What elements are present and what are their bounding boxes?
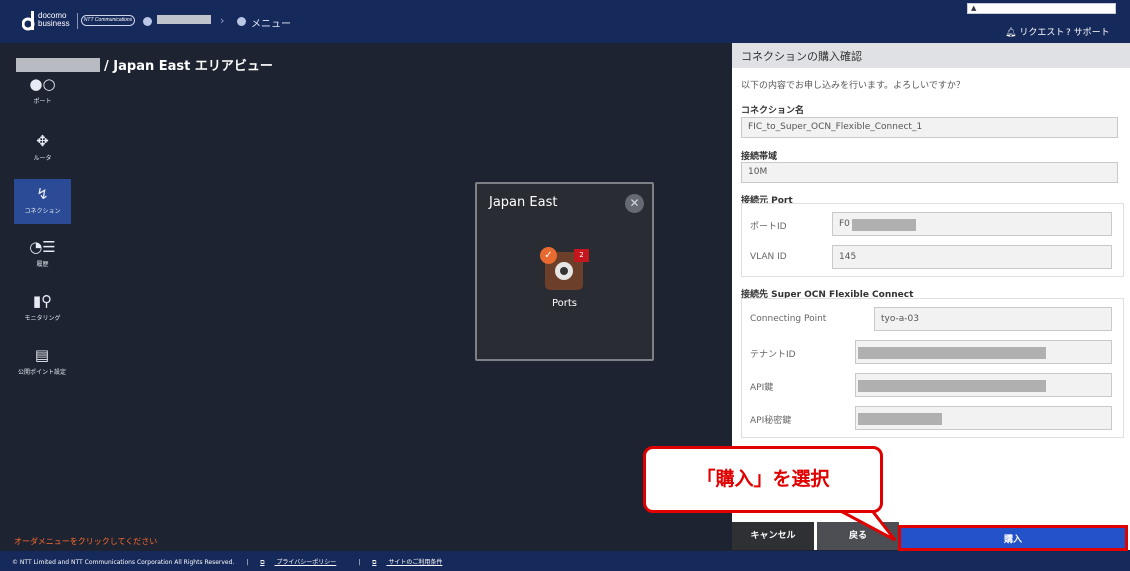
connection-name-label: コネクション名 (741, 106, 805, 116)
support-label: サポート (1073, 28, 1110, 38)
bandwidth-label: 接続帯域 (741, 152, 778, 162)
sidebar-item-history[interactable]: ◔☰ 履歴 (14, 232, 71, 277)
api-secret-label: API秘密鍵 (750, 416, 792, 426)
privacy-label: プライバシーポリシー (276, 559, 337, 566)
api-secret-redacted (858, 413, 942, 425)
panel-title: コネクションの購入確認 (732, 43, 1130, 68)
user-icon: ▲ (971, 4, 977, 12)
port-icon: ●○ (29, 75, 56, 93)
docomo-logo-icon (22, 11, 35, 31)
bell-icon: 🔔︎ (1005, 28, 1017, 38)
connecting-point-label: Connecting Point (750, 314, 827, 324)
area-title: Japan East (489, 195, 558, 210)
separator: | (246, 559, 249, 566)
breadcrumb-menu[interactable]: メニュー (251, 15, 291, 30)
request-link[interactable]: 🔔︎ リクエスト (1005, 25, 1064, 38)
ntt-logo: NTT Communications (81, 15, 135, 26)
sidebar-item-monitoring[interactable]: ▮⚲ モニタリング (14, 286, 71, 331)
external-link-icon: ⧉ (372, 559, 377, 566)
api-key-field (855, 373, 1112, 397)
api-secret-field (855, 406, 1112, 430)
buy-button[interactable]: 購入 (898, 525, 1128, 551)
privacy-link[interactable]: ⧉ プライバシーポリシー (260, 559, 346, 566)
instruction-callout: 「購入」を選択 (643, 446, 883, 513)
connection-name-field: FIC_to_Super_OCN_Flexible_Connect_1 (741, 117, 1118, 138)
close-icon[interactable]: ✕ (625, 194, 644, 213)
tenant-id-redacted (858, 347, 1046, 359)
terms-label: サイトのご利用条件 (388, 559, 443, 566)
external-link-icon: ⧉ (260, 559, 265, 566)
router-icon: ✥ (36, 132, 49, 150)
area-popup: Japan East ✕ ✓ 2 Ports (475, 182, 654, 361)
check-icon: ✓ (540, 247, 557, 264)
brand-line-2: business (38, 19, 70, 28)
cancel-button[interactable]: キャンセル (732, 522, 814, 550)
bandwidth-field: 10M (741, 162, 1118, 183)
public-point-icon: ▤ (34, 346, 50, 364)
order-hint: オーダメニューをクリックしてください (14, 537, 158, 546)
copyright: © NTT Limited and NTT Communications Cor… (12, 559, 235, 566)
connecting-point-field: tyo-a-03 (874, 307, 1112, 331)
source-port-group: ポートID F0 VLAN ID 145 (741, 203, 1124, 277)
ports-label: Ports (551, 298, 578, 309)
sidebar-label: ルータ (33, 155, 52, 162)
sidebar-item-connection[interactable]: ↯ コネクション (14, 179, 71, 224)
vlan-label: VLAN ID (750, 252, 787, 262)
support-link[interactable]: ? サポート (1066, 25, 1110, 38)
connection-icon: ↯ (36, 185, 49, 203)
sidebar-item-port[interactable]: ●○ ポート (14, 69, 71, 114)
port-id-field: F0 (832, 212, 1112, 236)
destination-group: Connecting Point tyo-a-03 テナントID API鍵 AP… (741, 298, 1124, 438)
logo-divider (77, 13, 78, 29)
footer: © NTT Limited and NTT Communications Cor… (0, 551, 1130, 571)
vlan-field: 145 (832, 245, 1112, 269)
brand-name: docomo business (38, 12, 70, 28)
port-count-badge: 2 (574, 249, 589, 262)
terms-link[interactable]: ⧉ サイトのご利用条件 (372, 559, 452, 566)
sidebar-label: 公開ポイント設定 (17, 369, 66, 376)
sidebar-label: コネクション (24, 208, 61, 215)
breadcrumb-home-icon[interactable] (143, 17, 152, 26)
sidebar-item-router[interactable]: ✥ ルータ (14, 126, 71, 171)
history-icon: ◔☰ (29, 238, 56, 256)
tenant-id-label: テナントID (750, 350, 796, 360)
monitoring-icon: ▮⚲ (32, 292, 53, 310)
request-label: リクエスト (1019, 28, 1065, 38)
back-button[interactable]: 戻る (817, 522, 899, 550)
port-id-redacted (852, 219, 916, 231)
page-title-text: / Japan East エリアビュー (104, 59, 273, 74)
port-ring (555, 262, 573, 280)
sidebar-label: モニタリング (24, 315, 61, 322)
api-key-label: API鍵 (750, 383, 774, 393)
sidebar-label: 履歴 (36, 261, 49, 268)
panel-message: 以下の内容でお申し込みを行います。よろしいですか？ (741, 81, 965, 91)
separator: | (358, 559, 361, 566)
user-account[interactable]: ▲ (967, 3, 1116, 14)
port-id-label: ポートID (750, 222, 787, 232)
api-key-redacted (858, 380, 1046, 392)
breadcrumb-redacted[interactable] (157, 15, 211, 24)
sidebar-item-public-point[interactable]: ▤ 公開ポイント設定 (10, 340, 74, 385)
chevron-right-icon: › (220, 14, 225, 27)
help-icon: ? (1066, 28, 1071, 38)
port-id-value: F0 (839, 219, 850, 229)
breadcrumb-menu-icon[interactable] (237, 17, 246, 26)
top-header: docomo business NTT Communications › メニュ… (0, 0, 1130, 43)
sidebar-label: ポート (33, 98, 52, 105)
tenant-id-field (855, 340, 1112, 364)
